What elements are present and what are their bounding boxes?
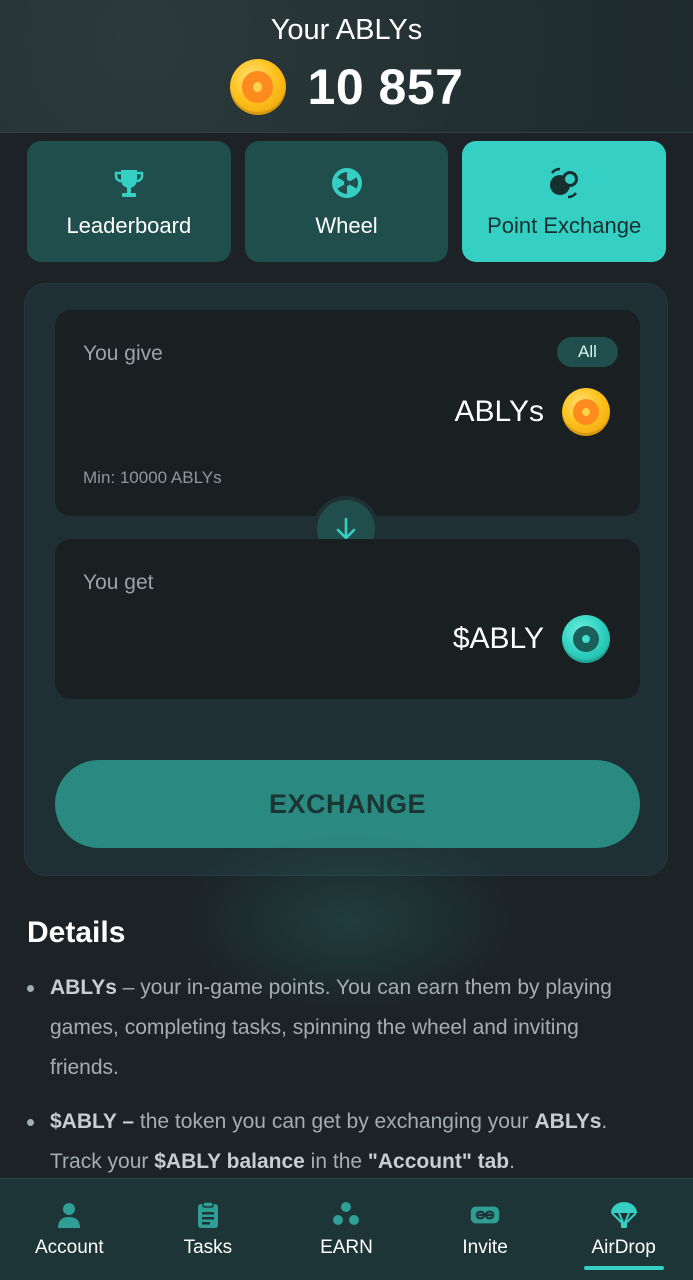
term-ably-balance: $ABLY balance: [154, 1150, 305, 1173]
nav-item-tasks[interactable]: Tasks: [139, 1179, 278, 1280]
balance-value: 10 857: [307, 59, 464, 115]
details-list: ABLYs – your in-game points. You can ear…: [27, 968, 647, 1182]
nav-item-airdrop[interactable]: AirDrop: [554, 1179, 693, 1280]
nav-label-airdrop: AirDrop: [591, 1236, 656, 1258]
get-token-name: $ABLY: [452, 622, 544, 655]
get-token: $ABLY: [453, 615, 610, 663]
give-token: ABLYs: [454, 388, 610, 436]
tab-wheel[interactable]: Wheel: [244, 141, 449, 262]
nav-item-earn[interactable]: EARN: [277, 1179, 416, 1280]
term-ablys-2: ABLYs: [534, 1110, 602, 1133]
section-tabs: Leaderboard Wheel Point Exchange: [27, 141, 667, 262]
ably-token-description-1: the token you can get by exchanging your: [134, 1110, 535, 1133]
header: Your ABLYs 10 857: [0, 0, 693, 133]
trophy-icon: [114, 169, 144, 197]
details-item-ably-token: $ABLY – the token you can get by exchang…: [27, 1102, 647, 1182]
give-token-name: ABLYs: [454, 395, 545, 428]
wheel-icon: [331, 167, 362, 198]
nav-label-invite: Invite: [462, 1236, 508, 1258]
tab-point-exchange-label: Point Exchange: [487, 212, 642, 238]
user-icon: [58, 1202, 81, 1228]
term-ably-token: $ABLY –: [50, 1110, 135, 1133]
min-amount-text: Min: 10000 ABLYs: [83, 468, 222, 487]
bottom-nav: Account Tasks EARN Invite AirDrop: [0, 1178, 693, 1280]
nav-item-account[interactable]: Account: [0, 1179, 139, 1280]
details-title: Details: [27, 916, 126, 949]
nav-label-tasks: Tasks: [183, 1236, 233, 1258]
give-card[interactable]: You give All ABLYs Min: 10000 ABLYs: [55, 310, 640, 516]
give-label: You give: [83, 342, 163, 365]
clipboard-icon: [197, 1200, 218, 1228]
tab-leaderboard-label: Leaderboard: [66, 212, 192, 238]
tab-point-exchange[interactable]: Point Exchange: [462, 141, 667, 262]
nav-item-invite[interactable]: Invite: [416, 1179, 555, 1280]
parachute-icon: [610, 1201, 637, 1228]
nav-label-earn: EARN: [320, 1236, 373, 1258]
ablys-description: – your in-game points. You can earn them…: [50, 976, 612, 1079]
balance-row: 10 857: [0, 58, 693, 116]
details-item-ablys: ABLYs – your in-game points. You can ear…: [27, 968, 647, 1088]
ably-coin-icon: [229, 59, 286, 115]
all-button[interactable]: All: [557, 337, 618, 367]
ably-token-icon: [562, 615, 610, 663]
invite-icon: [470, 1206, 500, 1223]
balance-title: Your ABLYs: [270, 14, 423, 46]
term-account-tab: "Account" tab: [367, 1150, 510, 1173]
exchange-panel: You give All ABLYs Min: 10000 ABLYs You …: [24, 283, 668, 876]
get-card: You get $ABLY: [55, 539, 640, 699]
ably-coin-icon: [562, 388, 610, 436]
exchange-icon: [550, 167, 579, 198]
term-ablys: ABLYs: [50, 976, 117, 999]
earn-icon: [333, 1201, 360, 1225]
ably-token-description-3: in the: [304, 1150, 368, 1173]
ably-token-description-4: .: [509, 1150, 515, 1173]
get-label: You get: [83, 571, 154, 594]
tab-wheel-label: Wheel: [315, 212, 378, 238]
nav-label-account: Account: [34, 1236, 104, 1258]
active-tab-indicator: [583, 1266, 664, 1270]
tab-leaderboard[interactable]: Leaderboard: [27, 141, 231, 262]
details-section: Details ABLYs – your in-game points. You…: [27, 916, 647, 1196]
